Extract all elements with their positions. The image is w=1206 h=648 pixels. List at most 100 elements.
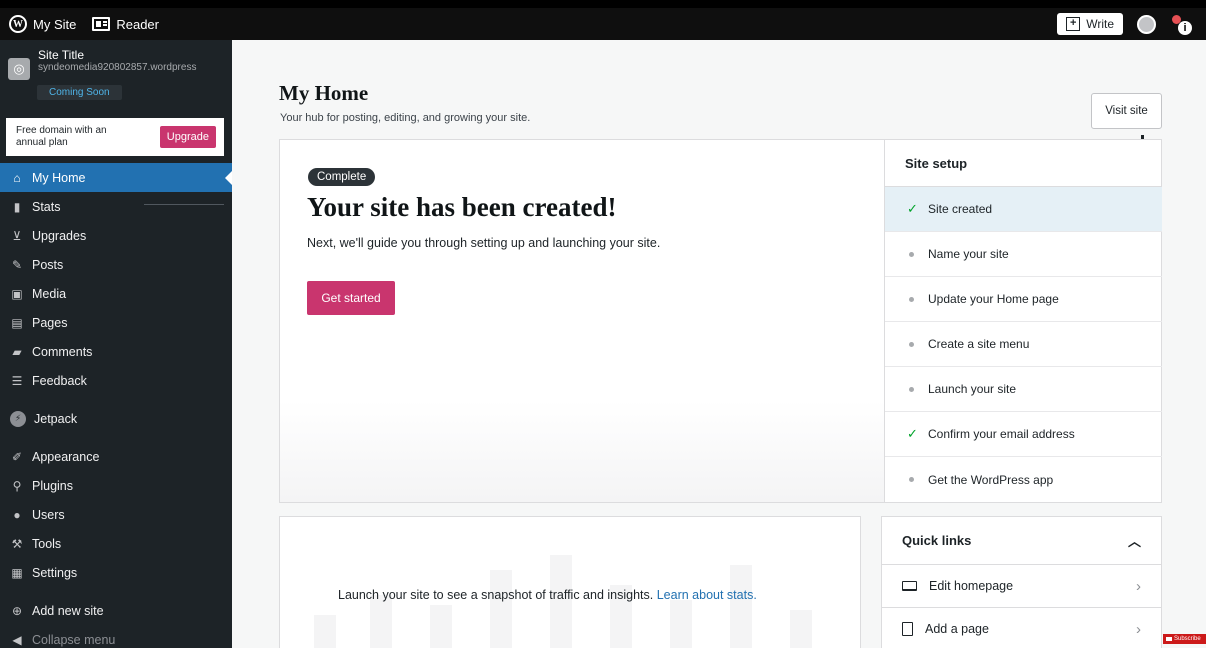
site-setup-heading: Site setup [885,140,1162,187]
quick-link-edit-homepage[interactable]: Edit homepage › [882,565,1161,608]
setup-item-get-app[interactable]: Get the WordPress app [885,457,1162,502]
placeholder-bar [370,595,392,648]
quick-links-card: Quick links ︿ Edit homepage › Add a page… [881,516,1162,648]
sidebar-item-label: Tools [32,536,62,551]
setup-item-label: Get the WordPress app [928,472,1054,487]
setup-item-label: Launch your site [928,382,1017,396]
sidebar-item-label: Comments [32,344,93,359]
collapse-menu-button[interactable]: ◀ Collapse menu [0,625,232,648]
site-switcher[interactable]: ◎ Site Title syndeomedia920802857.wordpr… [0,40,232,110]
setup-item-label: Update your Home page [928,292,1059,306]
sidebar-item-pages[interactable]: ▤ Pages [0,308,232,337]
comment-icon: ▰ [12,344,22,359]
jetpack-icon: ⚡ [10,410,26,427]
upgrade-text-line2: annual plan [16,137,68,148]
placeholder-bar [790,610,812,648]
add-new-site-link[interactable]: ⊕ Add new site [0,596,232,625]
hero-description: Next, we'll guide you through setting up… [307,236,661,250]
user-icon: ● [13,507,21,522]
sidebar-item-appearance[interactable]: ✐ Appearance [0,442,232,471]
bullet-icon [909,477,914,482]
sidebar-nav: ⌂ My Home ▮ Stats ⊻ Upgrades ✎ Posts ▣ M… [0,163,232,587]
sidebar-item-comments[interactable]: ▰ Comments [0,337,232,366]
page-subtitle: Your hub for posting, editing, and growi… [280,112,531,124]
sidebar-item-label: Plugins [32,478,73,493]
get-started-button[interactable]: Get started [307,281,395,315]
site-url: syndeomedia920802857.wordpress [38,62,197,73]
setup-item-site-created[interactable]: ✓ Site created [885,187,1162,232]
checkmark-icon: ✓ [907,201,918,216]
stats-card: Launch your site to see a snapshot of tr… [279,516,861,648]
sidebar-item-jetpack[interactable]: ⚡ Jetpack [0,404,232,433]
bullet-icon [909,251,914,257]
bullet-icon [909,386,914,392]
sidebar-item-my-home[interactable]: ⌂ My Home [0,163,232,192]
cart-icon: ⊻ [12,228,22,243]
setup-item-label: Create a site menu [928,337,1030,351]
youtube-icon [1166,637,1172,641]
sidebar-item-label: Users [32,507,65,522]
chevron-right-icon: › [1136,620,1141,638]
sidebar-item-users[interactable]: ● Users [0,500,232,529]
wordpress-logo-icon: W [9,15,27,33]
notifications-icon[interactable]: i [1170,13,1192,35]
upgrade-text: Free domain with an annual plan [16,125,107,149]
top-bar: W My Site Reader + Write i [0,8,1206,40]
sidebar-item-label: Stats [32,199,61,214]
my-site-link[interactable]: W My Site [0,8,84,40]
sidebar-item-label: Pages [32,315,68,330]
upgrade-nudge[interactable]: Free domain with an annual plan Upgrade [6,118,224,156]
setup-item-update-home[interactable]: Update your Home page [885,277,1162,322]
setup-item-confirm-email[interactable]: ✓ Confirm your email address [885,412,1162,457]
brush-icon: ✐ [11,449,23,464]
write-icon: + [1066,17,1081,31]
sidebar-item-label: Upgrades [32,228,87,243]
hero-heading: Your site has been created! [307,192,617,222]
collapse-icon: ◀ [12,632,22,647]
bullet-icon [909,296,914,302]
quick-links-header[interactable]: Quick links ︿ [882,517,1161,565]
main-content: My Home Your hub for posting, editing, a… [232,40,1206,648]
upgrade-button[interactable]: Upgrade [159,126,216,148]
quick-link-add-page[interactable]: Add a page › [882,608,1161,648]
sidebar-item-tools[interactable]: ⚒ Tools [0,529,232,558]
sidebar-item-feedback[interactable]: ☰ Feedback [0,366,232,395]
divider [144,204,224,205]
reader-link[interactable]: Reader [84,8,167,40]
checkmark-icon: ✓ [907,426,918,441]
setup-item-label: Confirm your email address [928,427,1075,441]
plug-icon: ⚲ [12,478,22,493]
pages-icon: ▤ [11,315,23,330]
avatar[interactable] [1137,14,1156,34]
sidebar-item-upgrades[interactable]: ⊻ Upgrades [0,221,232,250]
sidebar-item-label: Jetpack [34,411,78,426]
collapse-menu-label: Collapse menu [32,632,116,647]
home-icon: ⌂ [13,170,21,185]
site-created-card: Complete Your site has been created! Nex… [279,139,1162,503]
sidebar-item-posts[interactable]: ✎ Posts [0,250,232,279]
feedback-icon: ☰ [11,373,23,388]
chevron-right-icon: › [1136,577,1141,595]
setup-item-site-menu[interactable]: Create a site menu [885,322,1162,367]
setup-item-label: Site created [928,202,993,216]
write-button[interactable]: + Write [1057,13,1123,35]
quick-link-label: Edit homepage [929,579,1014,593]
pin-icon: ✎ [11,257,23,272]
subscribe-label: Subscribe [1174,636,1201,642]
quick-link-label: Add a page [925,622,989,636]
sidebar-item-label: Settings [32,565,78,580]
sidebar-item-media[interactable]: ▣ Media [0,279,232,308]
sidebar-item-settings[interactable]: ▦ Settings [0,558,232,587]
site-title: Site Title [38,48,85,62]
setup-item-launch[interactable]: Launch your site [885,367,1162,412]
page-icon [902,622,913,636]
plus-circle-icon: ⊕ [11,603,23,618]
write-label: Write [1086,17,1114,31]
learn-about-stats-link[interactable]: Learn about stats. [657,588,757,602]
placeholder-bar [670,600,692,648]
setup-item-name-site[interactable]: Name your site [885,232,1162,277]
sidebar-item-plugins[interactable]: ⚲ Plugins [0,471,232,500]
placeholder-bar [730,565,752,648]
sidebar-item-stats[interactable]: ▮ Stats [0,192,232,221]
visit-site-button[interactable]: Visit site [1091,93,1162,129]
